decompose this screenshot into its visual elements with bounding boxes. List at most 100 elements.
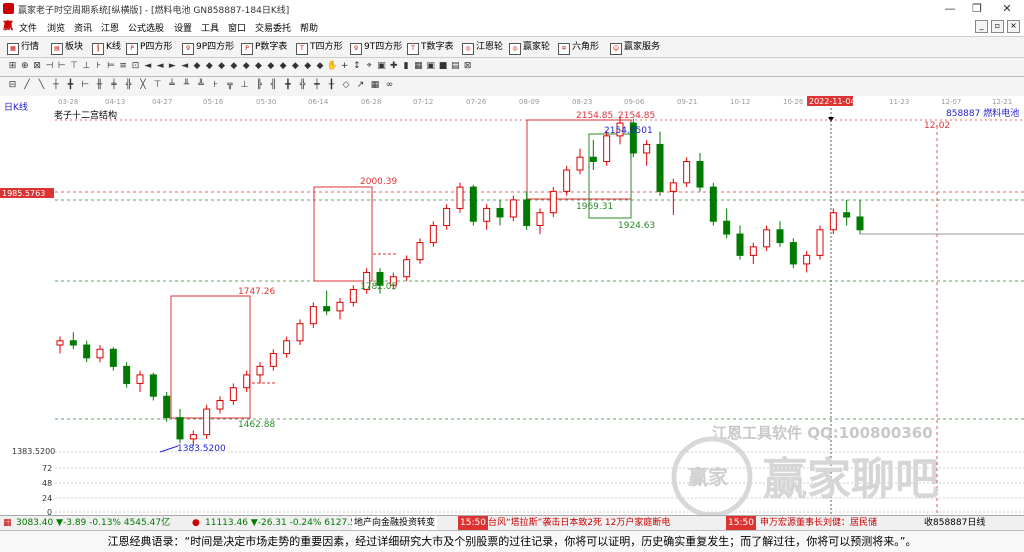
toolbar-gann-wheel-button[interactable]: ◎ 江恩轮 — [462, 40, 503, 55]
draw-tool-icon[interactable]: ◆ — [265, 61, 276, 72]
draw-tool-icon[interactable]: ✋ — [327, 61, 338, 72]
draw-tool-icon[interactable]: ⌖ — [364, 61, 375, 72]
draw-tool-icon[interactable]: ◆ — [228, 61, 239, 72]
kline-chart[interactable]: 03-28 04-13 04-27 05-16 05-30 06-14 06-28 07-12… — [0, 96, 1024, 515]
toolbar-p-table-button[interactable]: P P数字表 — [241, 40, 287, 55]
draw-tool-icon[interactable]: ⊥ — [81, 61, 92, 72]
mdi-restore-button[interactable]: ▫ — [991, 20, 1004, 33]
line-tool-icon[interactable]: ⊦ — [210, 80, 221, 91]
toolbar-p-square-button[interactable]: P P四方形 — [126, 40, 172, 55]
toolbar-9t-square-button[interactable]: 9 9T四方形 — [350, 40, 402, 55]
draw-tool-icon[interactable]: ◆ — [204, 61, 215, 72]
draw-tool-icon[interactable]: ⊤ — [69, 61, 80, 72]
draw-tool-icon[interactable]: ◆ — [241, 61, 252, 72]
index1-quote[interactable]: 3083.40 ▼-3.89 -0.13% 4545.47亿 — [16, 516, 170, 531]
mdi-close-button[interactable]: × — [1007, 20, 1020, 33]
toolbar-service-button[interactable]: ☺ 赢家服务 — [610, 40, 660, 55]
toolbar-hexagon-button[interactable]: ✡ 六角形 — [558, 40, 599, 55]
draw-tool-icon[interactable]: ✚ — [388, 61, 399, 72]
toolbar-winner-wheel-button[interactable]: ◎ 赢家轮 — [509, 40, 550, 55]
draw-tool-icon[interactable]: ⊣ — [44, 61, 55, 72]
menu-help[interactable]: 帮助 — [300, 21, 318, 34]
line-tool-icon[interactable]: ╧ — [167, 80, 178, 91]
line-tool-icon[interactable]: ╫ — [94, 80, 105, 91]
toolbar-t-table-button[interactable]: T T数字表 — [407, 40, 454, 55]
line-tool-icon[interactable]: ∞ — [384, 80, 395, 91]
menu-settings[interactable]: 设置 — [174, 21, 192, 34]
menu-gann[interactable]: 江恩 — [101, 21, 119, 34]
menu-info[interactable]: 资讯 — [74, 21, 92, 34]
line-tool-icon[interactable]: ╩ — [196, 80, 207, 91]
draw-tool-icon[interactable]: ⊨ — [105, 61, 116, 72]
draw-tool-icon[interactable]: ▮ — [401, 61, 412, 72]
line-tool-icon[interactable]: ╳ — [138, 80, 149, 91]
line-tool-icon[interactable]: ⊤ — [152, 80, 163, 91]
draw-tool-icon[interactable]: ◆ — [216, 61, 227, 72]
draw-tool-icon[interactable]: ◆ — [290, 61, 301, 72]
close-button[interactable]: ✕ — [992, 0, 1022, 18]
line-tool-icon[interactable]: ╬ — [297, 80, 308, 91]
line-tool-icon[interactable]: ⊟ — [7, 80, 18, 91]
news-item-1[interactable]: 地产向金融投资转变 — [352, 516, 438, 531]
draw-tool-icon[interactable]: ◄ — [179, 61, 190, 72]
draw-tool-icon[interactable]: ◆ — [278, 61, 289, 72]
line-tool-icon[interactable]: ╋ — [65, 80, 76, 91]
draw-tool-icon[interactable]: + — [339, 61, 350, 72]
line-tool-icon[interactable]: ╪ — [109, 80, 120, 91]
news-item-3[interactable]: 申万宏源董事长刘健：居民储 — [760, 516, 877, 531]
draw-tool-icon[interactable]: ⊠ — [32, 61, 43, 72]
line-tool-icon[interactable]: ╬ — [123, 80, 134, 91]
draw-tool-icon[interactable]: ◄ — [142, 61, 153, 72]
mdi-minimize-button[interactable]: _ — [975, 20, 988, 33]
draw-tool-icon[interactable]: ⊢ — [56, 61, 67, 72]
toolbar-sector-button[interactable]: ▤ 板块 — [51, 40, 83, 55]
draw-tool-icon[interactable]: ◆ — [253, 61, 264, 72]
line-tool-icon[interactable]: ◇ — [341, 80, 352, 91]
draw-tool-icon[interactable]: ► — [167, 61, 178, 72]
draw-tool-icon[interactable]: ■ — [438, 61, 449, 72]
draw-tool-icon[interactable]: ▣ — [376, 61, 387, 72]
toolbar-kline-button[interactable]: ┃ K线 — [92, 40, 121, 55]
line-tool-icon[interactable]: ╦ — [225, 80, 236, 91]
draw-tool-icon[interactable]: ◆ — [192, 61, 203, 72]
line-tool-icon[interactable]: ╂ — [326, 80, 337, 91]
draw-tool-icon[interactable]: ▦ — [413, 61, 424, 72]
line-tool-icon[interactable]: ⊥ — [239, 80, 250, 91]
line-tool-icon[interactable]: ▦ — [370, 80, 381, 91]
draw-tool-icon[interactable]: ⊕ — [19, 61, 30, 72]
draw-tool-icon[interactable]: ▣ — [425, 61, 436, 72]
draw-tool-icon[interactable]: ◆ — [302, 61, 313, 72]
menu-trade[interactable]: 交易委托 — [255, 21, 291, 34]
line-tool-icon[interactable]: ╠ — [254, 80, 265, 91]
draw-tool-icon[interactable]: ◆ — [315, 61, 326, 72]
line-tool-icon[interactable]: ⊢ — [80, 80, 91, 91]
news-item-2[interactable]: 台风“塔拉斯”袭击日本致2死 12万户家庭断电 — [488, 516, 670, 531]
draw-tool-icon[interactable]: ▤ — [450, 61, 461, 72]
minimize-button[interactable]: — — [935, 0, 965, 18]
menu-tools[interactable]: 工具 — [201, 21, 219, 34]
draw-tool-icon[interactable]: ◄ — [155, 61, 166, 72]
draw-tool-icon[interactable]: ↕ — [351, 61, 362, 72]
draw-tool-icon[interactable]: ≡ — [118, 61, 129, 72]
line-tool-icon[interactable]: ╱ — [22, 80, 33, 91]
line-tool-icon[interactable]: ┿ — [312, 80, 323, 91]
line-tool-icon[interactable]: ╣ — [268, 80, 279, 91]
draw-tool-icon[interactable]: ⊠ — [462, 61, 473, 72]
toolbar-t-square-button[interactable]: T T四方形 — [296, 40, 343, 55]
line-tool-icon[interactable]: ╨ — [181, 80, 192, 91]
maximize-button[interactable]: ❐ — [962, 0, 992, 18]
menu-window[interactable]: 窗口 — [228, 21, 246, 34]
draw-tool-icon[interactable]: ⊞ — [7, 61, 18, 72]
line-tool-icon[interactable]: ╲ — [36, 80, 47, 91]
menu-formula[interactable]: 公式选股 — [128, 21, 164, 34]
line-tool-icon[interactable]: ╋ — [283, 80, 294, 91]
line-tool-icon[interactable]: ↗ — [355, 80, 366, 91]
toolbar-quotes-button[interactable]: ▦ 行情 — [7, 40, 39, 55]
toolbar-9p-square-button[interactable]: 9 9P四方形 — [182, 40, 234, 55]
menu-file[interactable]: 文件 — [19, 21, 37, 34]
line-tool-icon[interactable]: ┼ — [51, 80, 62, 91]
draw-tool-icon[interactable]: ⊦ — [93, 61, 104, 72]
index2-quote[interactable]: 11113.46 ▼-26.31 -0.24% 6127.5 — [205, 516, 356, 531]
menu-browse[interactable]: 浏览 — [47, 21, 65, 34]
draw-tool-icon[interactable]: ⊡ — [130, 61, 141, 72]
